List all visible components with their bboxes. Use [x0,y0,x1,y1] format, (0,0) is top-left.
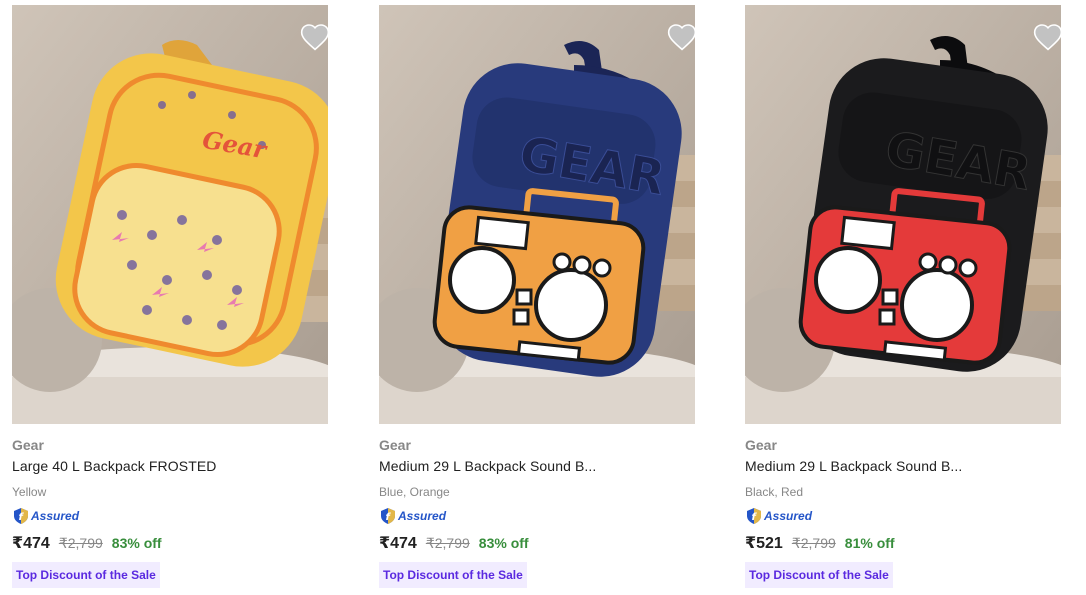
offer-badge-label: Top Discount of the Sale [749,568,889,582]
product-card[interactable]: GEAR Gear Medium 29 L Backpack Sound B..… [745,0,1061,595]
offer-badge: Top Discount of the Sale [379,562,527,588]
product-variant: Black, Red [745,485,804,499]
original-price: ₹2,799 [425,535,470,551]
selling-price: ₹474 [379,535,417,552]
product-image[interactable]: GEAR [379,5,695,424]
backpack-blue-orange-image: GEAR [379,5,695,424]
product-variant: Yellow [12,485,47,499]
offer-badge-label: Top Discount of the Sale [383,568,523,582]
assured-label: Assured [31,509,80,523]
product-image[interactable]: GEAR [745,5,1061,424]
product-variant: Blue, Orange [379,485,450,499]
price-row: ₹474 ₹2,799 83% off [379,533,529,553]
assured-label: Assured [764,509,813,523]
backpack-yellow-image: Gear [12,5,328,424]
product-title-link[interactable]: Large 40 L Backpack FROSTED [12,458,217,474]
product-title-link[interactable]: Medium 29 L Backpack Sound B... [745,458,962,474]
assured-badge: f Assured [745,507,812,525]
offer-badge: Top Discount of the Sale [12,562,160,588]
assured-label: Assured [398,509,447,523]
price-row: ₹521 ₹2,799 81% off [745,533,895,553]
assured-shield-icon: f [747,508,761,524]
assured-shield-icon: f [14,508,28,524]
product-brand: Gear [745,437,777,453]
discount-percent: 83% off [478,535,529,551]
assured-badge: f Assured [12,507,79,525]
assured-shield-icon: f [381,508,395,524]
product-card[interactable]: GEAR Gear Medium 29 L Backpack Sound B..… [379,0,695,595]
product-brand: Gear [12,437,44,453]
offer-badge-label: Top Discount of the Sale [16,568,156,582]
wishlist-heart-icon[interactable] [1032,21,1061,53]
product-title-link[interactable]: Medium 29 L Backpack Sound B... [379,458,596,474]
selling-price: ₹521 [745,535,783,552]
discount-percent: 81% off [844,535,895,551]
wishlist-heart-icon[interactable] [666,21,695,53]
original-price: ₹2,799 [791,535,836,551]
discount-percent: 83% off [111,535,162,551]
selling-price: ₹474 [12,535,50,552]
wishlist-heart-icon[interactable] [299,21,328,53]
original-price: ₹2,799 [58,535,103,551]
backpack-black-red-image: GEAR [745,5,1061,424]
price-row: ₹474 ₹2,799 83% off [12,533,162,553]
assured-badge: f Assured [379,507,446,525]
product-image[interactable]: Gear [12,5,328,424]
offer-badge: Top Discount of the Sale [745,562,893,588]
product-card[interactable]: Gear Gear Large 40 L Backpack FROSTED Ye… [12,0,328,595]
product-brand: Gear [379,437,411,453]
